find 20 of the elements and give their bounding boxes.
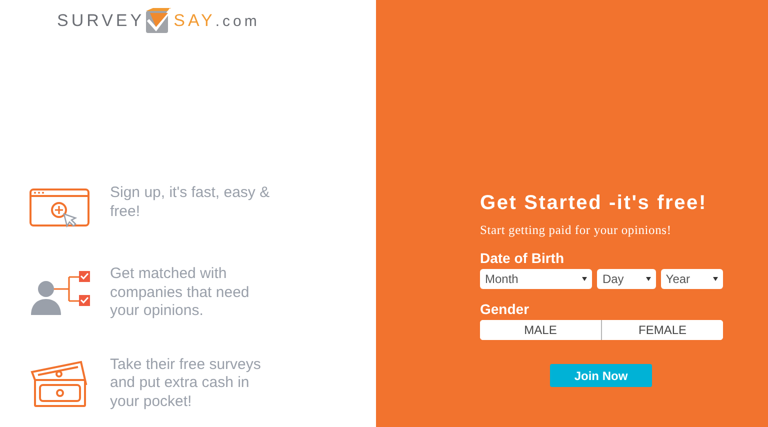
gender-option[interactable]: FEMALE (601, 320, 723, 340)
person-checklist-icon (29, 269, 91, 315)
logo-text: SAY (174, 11, 216, 31)
caret-icon (646, 277, 651, 281)
form-subtitle: Start getting paid for your opinions! (480, 223, 672, 238)
feature-text: Get matched with companies that need your opinions. (110, 265, 250, 320)
feature-text: Take their free surveys and put extra cash in your pocket! (110, 356, 262, 411)
date-dropdown[interactable]: Year (660, 269, 723, 289)
form-title: Get Started -it's free! (480, 192, 708, 215)
logo-text: SURVEY (57, 11, 145, 31)
date-dropdown[interactable]: Day (597, 269, 656, 289)
field-label: Gender (480, 301, 530, 317)
logo-checkbox-icon (144, 8, 171, 34)
logo-domain: .com (215, 12, 260, 30)
caret-icon (713, 277, 718, 281)
date-dropdown[interactable]: Month (480, 269, 592, 289)
browser-add-icon (29, 188, 91, 230)
caret-icon (582, 277, 588, 281)
feature-text: Sign up, it's fast, easy & free! (110, 184, 271, 221)
field-label: Date of Birth (480, 250, 565, 266)
